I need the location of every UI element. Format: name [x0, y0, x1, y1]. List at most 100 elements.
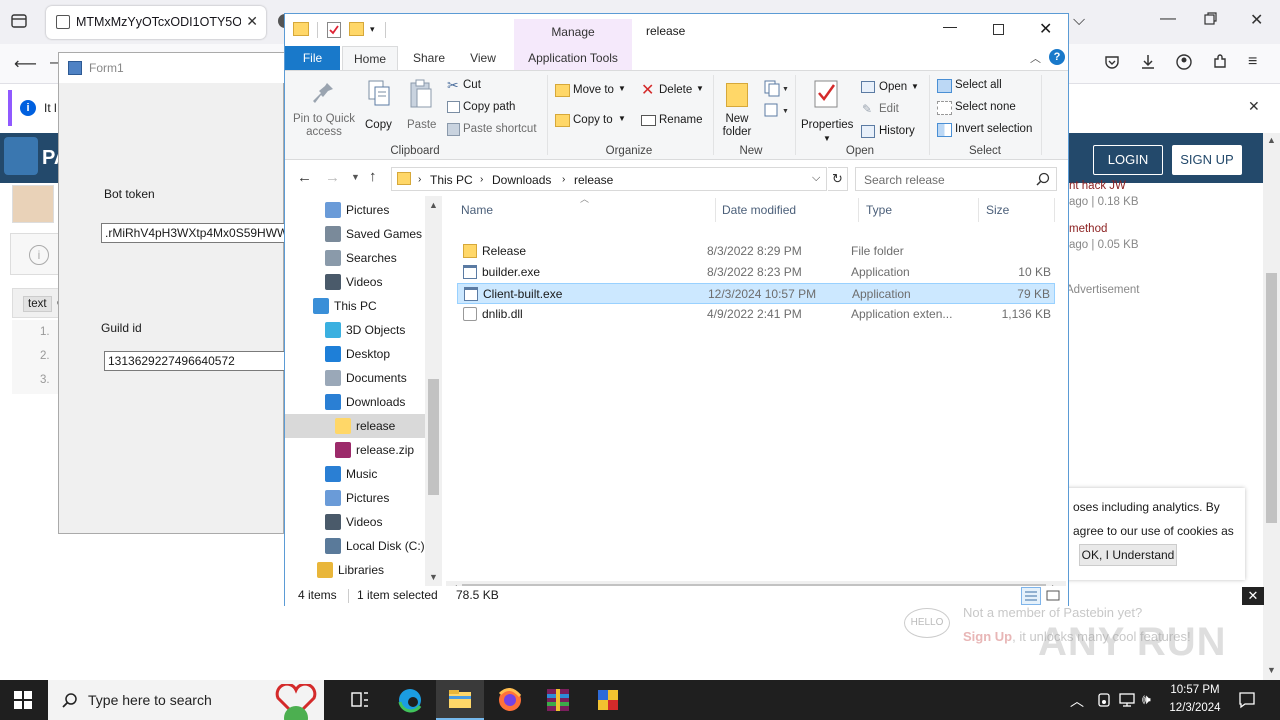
- guild-id-input[interactable]: 1313629227496640572: [104, 351, 285, 371]
- search-icon[interactable]: [1036, 172, 1050, 186]
- device-tray-icon[interactable]: [1096, 692, 1112, 708]
- nav-item[interactable]: 3D Objects: [285, 318, 425, 342]
- tab-share[interactable]: Share: [404, 46, 454, 70]
- copy-button[interactable]: Copy: [363, 77, 393, 141]
- manage-context-tab[interactable]: Manage: [514, 19, 632, 46]
- signup-button[interactable]: SIGN UP: [1172, 145, 1242, 175]
- copy-to-button[interactable]: Copy to ▼: [553, 111, 631, 131]
- help-icon[interactable]: ?: [1049, 49, 1065, 65]
- address-bar[interactable]: › This PC › Downloads › release ⌵: [391, 167, 827, 191]
- tab-view[interactable]: View: [458, 46, 508, 70]
- minimize-icon[interactable]: —: [1160, 10, 1176, 28]
- recent-paste-title[interactable]: method: [1069, 223, 1107, 235]
- signup-prompt-link[interactable]: Sign Up: [963, 629, 1012, 644]
- downloads-icon[interactable]: [1140, 54, 1156, 70]
- nav-scroll-down-icon[interactable]: ▼: [429, 572, 438, 582]
- column-header-name[interactable]: Name: [461, 203, 493, 217]
- details-view-icon[interactable]: [1021, 587, 1041, 605]
- history-button[interactable]: History: [859, 123, 925, 141]
- forward-icon[interactable]: →: [325, 169, 340, 186]
- cookie-accept-button[interactable]: OK, I Understand: [1079, 544, 1177, 566]
- new-item-icon[interactable]: ▼: [763, 79, 789, 97]
- back-arrow-icon[interactable]: ⟵: [14, 54, 37, 74]
- select-none-button[interactable]: Select none: [935, 99, 1045, 117]
- nav-scroll-up-icon[interactable]: ▲: [429, 200, 438, 210]
- show-hidden-icons[interactable]: ︿: [1070, 691, 1084, 711]
- account-icon[interactable]: [1176, 54, 1192, 70]
- rename-button[interactable]: Rename: [639, 111, 709, 131]
- tab-file[interactable]: File: [285, 46, 340, 70]
- column-header-size[interactable]: Size: [986, 203, 1009, 217]
- properties-qat-icon[interactable]: [327, 22, 341, 38]
- nav-item[interactable]: Music: [285, 462, 425, 486]
- nav-item[interactable]: Videos: [285, 510, 425, 534]
- close-window-icon[interactable]: ✕: [1250, 10, 1263, 30]
- minimize-icon[interactable]: —: [943, 18, 957, 34]
- move-to-button[interactable]: Move to ▼: [553, 81, 631, 101]
- taskbar-search-box[interactable]: Type here to search: [48, 680, 324, 720]
- browser-tab-active[interactable]: MTMxMzYyOTcxODI1OTY5OTg ✕: [46, 6, 266, 39]
- crumb-separator-icon[interactable]: ›: [418, 174, 421, 185]
- nav-item[interactable]: release.zip: [285, 438, 425, 462]
- address-dropdown-icon[interactable]: ⌵: [812, 172, 820, 185]
- crumb-separator-icon[interactable]: ›: [480, 174, 483, 185]
- list-all-tabs-icon[interactable]: ⌵: [1073, 12, 1085, 30]
- up-icon[interactable]: ↑: [369, 168, 377, 185]
- new-folder-qat-icon[interactable]: [349, 22, 364, 36]
- back-icon[interactable]: ←: [297, 169, 312, 186]
- breadcrumb-release[interactable]: release: [574, 173, 613, 187]
- open-button[interactable]: Open ▼: [859, 79, 925, 97]
- pastebin-logo-icon[interactable]: [4, 137, 38, 175]
- login-button[interactable]: LOGIN: [1093, 145, 1163, 175]
- start-button[interactable]: [14, 691, 32, 709]
- tab-application-tools[interactable]: Application Tools: [514, 46, 632, 70]
- nav-scroll-thumb[interactable]: [428, 379, 439, 495]
- bot-token-input[interactable]: .rMiRhV4pH3WXtp4Mx0S59HWWYC: [101, 223, 285, 243]
- nav-item[interactable]: Desktop: [285, 342, 425, 366]
- recent-locations-icon[interactable]: ▼: [351, 172, 360, 182]
- close-icon[interactable]: ✕: [1039, 19, 1052, 39]
- crumb-separator-icon[interactable]: ›: [562, 174, 565, 185]
- large-icons-view-icon[interactable]: [1045, 588, 1061, 604]
- form-app-taskbar-icon[interactable]: [584, 680, 632, 720]
- nav-item[interactable]: Pictures: [285, 198, 425, 222]
- nav-item[interactable]: Downloads: [285, 390, 425, 414]
- restore-icon[interactable]: [1204, 12, 1217, 25]
- clock-date[interactable]: 12/3/2024: [1160, 702, 1230, 714]
- search-box[interactable]: Search release: [855, 167, 1057, 191]
- cut-button[interactable]: ✂ Cut: [445, 77, 545, 95]
- breadcrumb-downloads[interactable]: Downloads: [492, 173, 551, 187]
- volume-tray-icon[interactable]: 🕪: [1142, 691, 1151, 708]
- file-explorer-taskbar-icon[interactable]: [436, 680, 484, 720]
- easy-access-icon[interactable]: ▼: [763, 101, 789, 119]
- tab-home[interactable]: Home: [342, 46, 398, 70]
- nav-item[interactable]: Searches: [285, 246, 425, 270]
- page-scroll-thumb[interactable]: [1266, 273, 1277, 523]
- paste-shortcut-button[interactable]: Paste shortcut: [445, 121, 545, 139]
- breadcrumb-this-pc[interactable]: This PC: [430, 173, 473, 187]
- invert-selection-button[interactable]: Invert selection: [935, 121, 1045, 139]
- select-all-button[interactable]: Select all: [935, 77, 1045, 95]
- nav-item[interactable]: Libraries: [285, 558, 425, 582]
- delete-button[interactable]: ✕ Delete ▼: [639, 81, 709, 101]
- task-view-button[interactable]: [336, 680, 384, 720]
- page-scroll-up[interactable]: ▲: [1267, 135, 1276, 145]
- recent-paste-title[interactable]: nt hack JW: [1069, 180, 1126, 192]
- nav-item[interactable]: Local Disk (C:): [285, 534, 425, 558]
- edge-taskbar-icon[interactable]: [386, 680, 434, 720]
- pocket-icon[interactable]: [1104, 54, 1120, 70]
- notification-center-icon[interactable]: [1238, 691, 1256, 709]
- qat-dropdown-icon[interactable]: ▾: [370, 24, 375, 35]
- user-avatar[interactable]: [12, 185, 54, 223]
- pin-quick-access-button[interactable]: Pin to Quick access: [289, 77, 359, 141]
- file-row[interactable]: Client-built.exe 12/3/2024 10:57 PM Applic…: [457, 283, 1055, 304]
- explorer-titlebar[interactable]: ▾ Manage release — ✕: [285, 14, 1068, 46]
- file-row[interactable]: Release 8/3/2022 8:29 PM File folder: [457, 241, 1055, 262]
- refresh-icon[interactable]: ↻: [828, 167, 848, 191]
- clock-time[interactable]: 10:57 PM: [1160, 684, 1230, 696]
- page-scroll-down[interactable]: ▼: [1267, 665, 1276, 675]
- nav-item[interactable]: Pictures: [285, 486, 425, 510]
- column-header-modified[interactable]: Date modified: [722, 203, 796, 217]
- properties-button[interactable]: Properties ▼: [799, 77, 855, 147]
- edit-button[interactable]: ✎ Edit: [859, 101, 925, 119]
